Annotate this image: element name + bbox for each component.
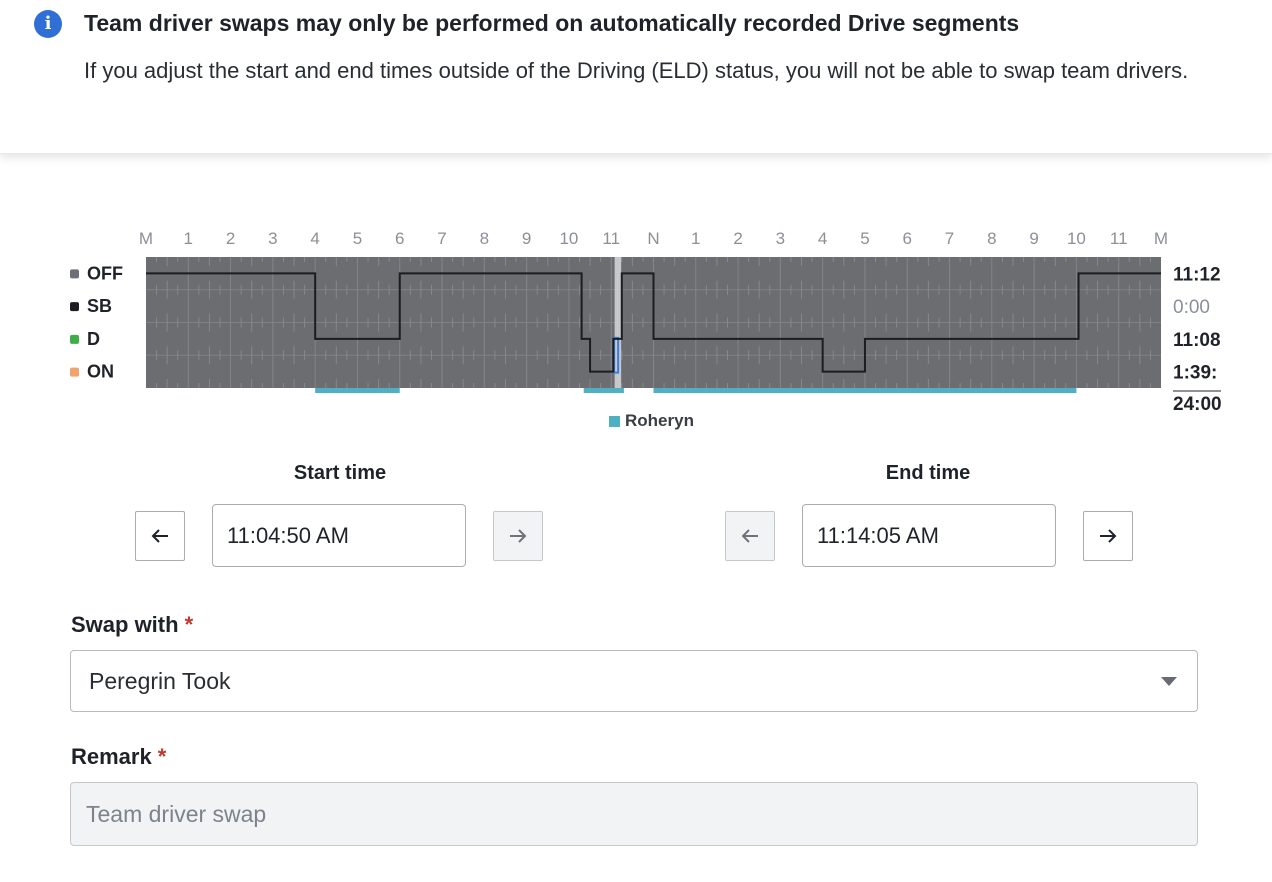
- remark-label: Remark *: [71, 744, 166, 770]
- driver-legend-label: Roheryn: [625, 411, 694, 430]
- caret-down-icon: [1161, 677, 1177, 686]
- hour-label: 6: [903, 229, 912, 248]
- driver-segment-bar: [583, 388, 624, 393]
- totals-column: 11:12: 0:00 11:08 1:39: 24:00: [1173, 264, 1227, 415]
- banner-body: If you adjust the start and end times ou…: [84, 58, 1189, 83]
- hour-label: 1: [184, 229, 193, 248]
- swap-with-select[interactable]: Peregrin Took: [70, 650, 1198, 712]
- info-banner: i Team driver swaps may only be performe…: [0, 0, 1272, 154]
- banner-title: Team driver swaps may only be performed …: [84, 10, 1020, 36]
- hour-label: 3: [776, 229, 785, 248]
- hour-label: 8: [480, 229, 489, 248]
- required-mark: *: [184, 612, 194, 637]
- status-legend-swatch: [70, 269, 79, 279]
- end-time-input[interactable]: 11:14:05 AM: [802, 504, 1056, 567]
- status-total: 1:39:: [1173, 363, 1217, 384]
- hour-label: 2: [226, 229, 235, 248]
- grand-total: 24:00: [1173, 394, 1222, 415]
- hour-label: 4: [310, 229, 319, 248]
- hour-label: N: [647, 229, 659, 248]
- start-time-back-button[interactable]: [135, 511, 185, 561]
- hour-label: 4: [818, 229, 827, 248]
- end-time-forward-button[interactable]: [1083, 511, 1133, 561]
- swap-with-label-text: Swap with: [71, 612, 179, 637]
- start-time-input[interactable]: 11:04:50 AM: [212, 504, 466, 567]
- status-label: SB: [87, 296, 112, 316]
- arrow-left-icon: [741, 529, 758, 543]
- status-label: ON: [87, 362, 114, 382]
- driver-segment-bar: [653, 388, 1077, 393]
- status-total: 11:08: [1173, 330, 1221, 351]
- status-legend-swatch: [70, 302, 79, 312]
- arrow-right-icon: [510, 529, 527, 543]
- start-time-label: Start time: [293, 462, 387, 484]
- hour-label: 8: [987, 229, 996, 248]
- hour-label: 7: [945, 229, 954, 248]
- hour-label: 5: [353, 229, 362, 248]
- arrow-right-icon: [1100, 529, 1117, 543]
- start-time-forward-button[interactable]: [493, 511, 543, 561]
- hour-label: 2: [733, 229, 742, 248]
- hour-label: 3: [268, 229, 277, 248]
- status-label: D: [87, 329, 100, 349]
- status-legend-swatch: [70, 334, 79, 344]
- info-icon: i: [34, 10, 62, 38]
- hour-label: 11: [602, 229, 620, 248]
- hour-label: 6: [395, 229, 404, 248]
- driver-segment-bar: [315, 388, 400, 393]
- status-legend-swatch: [70, 367, 79, 377]
- hour-label: 7: [437, 229, 446, 248]
- hour-label: M: [139, 229, 153, 248]
- hour-label: 9: [522, 229, 531, 248]
- remark-label-text: Remark: [71, 744, 152, 769]
- hos-chart: M 1 2 3 4 5 6 7 8 9 10 11 N 1 2 3 4 5 6 7 8 9 10 11 M OFF SB D ON 1…: [0, 220, 1272, 440]
- hour-label: 1: [691, 229, 700, 248]
- end-time-back-button[interactable]: [725, 511, 775, 561]
- hour-label: 10: [1067, 229, 1086, 248]
- remark-input[interactable]: [70, 782, 1198, 846]
- end-time-label: End time: [885, 462, 971, 484]
- status-total: 11:12:: [1173, 264, 1227, 285]
- swap-with-value: Peregrin Took: [89, 668, 231, 694]
- status-total: 0:00: [1173, 297, 1210, 318]
- status-label: OFF: [87, 263, 123, 283]
- required-mark: *: [157, 744, 167, 769]
- swap-with-label: Swap with *: [71, 612, 193, 638]
- hour-label: 11: [1110, 229, 1128, 248]
- arrow-left-icon: [151, 529, 168, 543]
- hour-label: 9: [1029, 229, 1038, 248]
- hos-chart-svg: M 1 2 3 4 5 6 7 8 9 10 11 N 1 2 3 4 5 6 7 8 9 10 11 M OFF SB D ON 1…: [70, 229, 1227, 430]
- hour-label: 10: [559, 229, 578, 248]
- hour-label: M: [1154, 229, 1168, 248]
- hour-label: 5: [860, 229, 869, 248]
- driver-legend-swatch: [609, 416, 620, 427]
